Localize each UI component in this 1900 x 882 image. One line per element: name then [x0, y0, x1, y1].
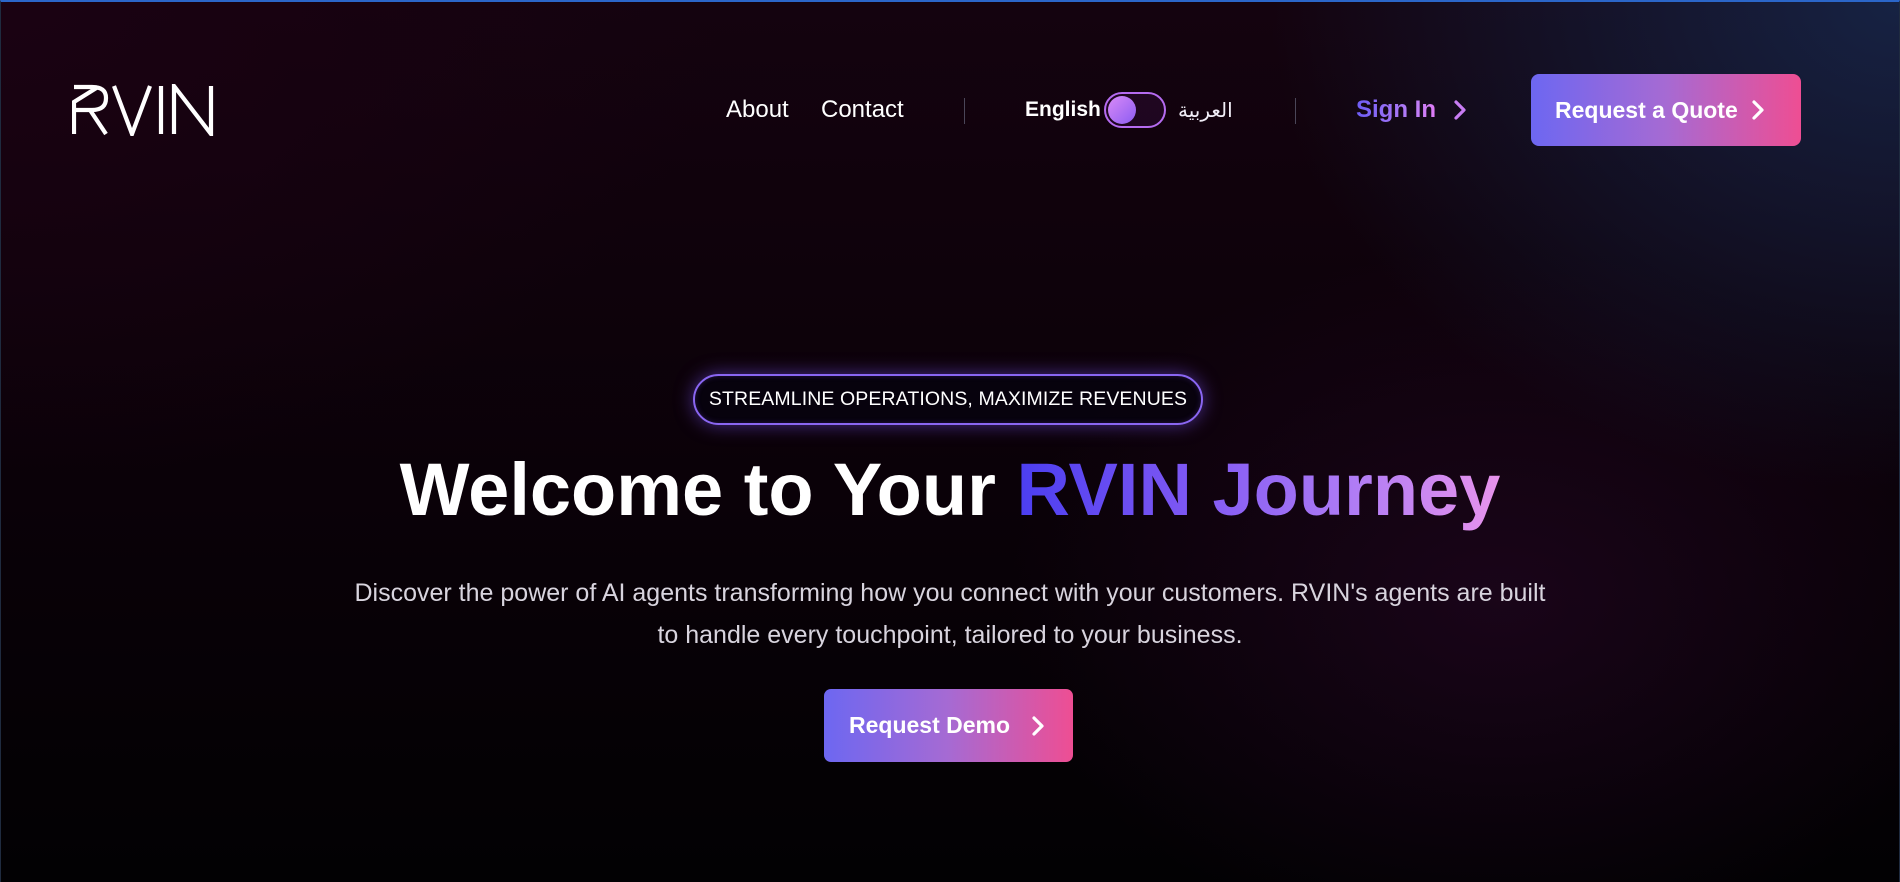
toggle-knob	[1108, 96, 1136, 124]
nav-contact-link[interactable]: Contact	[821, 95, 904, 125]
language-arabic-label[interactable]: العربية	[1178, 95, 1233, 125]
hero-title: Welcome to Your RVIN Journey	[0, 446, 1900, 534]
language-toggle[interactable]	[1104, 92, 1166, 128]
nav-divider	[964, 98, 965, 124]
language-english-label[interactable]: English	[1025, 95, 1101, 125]
request-demo-label: Request Demo	[849, 712, 1011, 738]
nav-about-link[interactable]: About	[726, 95, 789, 125]
nav-divider	[1295, 98, 1296, 124]
request-quote-label: Request a Quote	[1555, 96, 1738, 123]
request-quote-button[interactable]: Request a Quote	[1531, 74, 1801, 146]
chevron-right-icon[interactable]	[1452, 99, 1468, 121]
hero-badge-text: STREAMLINE OPERATIONS, MAXIMIZE REVENUES	[708, 388, 1188, 410]
hero-title-plain: Welcome to Your	[399, 448, 1017, 531]
sign-in-link[interactable]: Sign In	[1356, 95, 1436, 125]
chevron-right-icon	[1752, 100, 1764, 120]
rvin-logo[interactable]	[72, 84, 215, 136]
request-demo-button[interactable]: Request Demo	[824, 689, 1073, 762]
hero-title-accent: RVIN Journey	[1016, 448, 1501, 531]
chevron-right-icon	[1032, 716, 1044, 736]
hero-description: Discover the power of AI agents transfor…	[354, 579, 1546, 649]
hero-badge: STREAMLINE OPERATIONS, MAXIMIZE REVENUES	[693, 374, 1203, 425]
